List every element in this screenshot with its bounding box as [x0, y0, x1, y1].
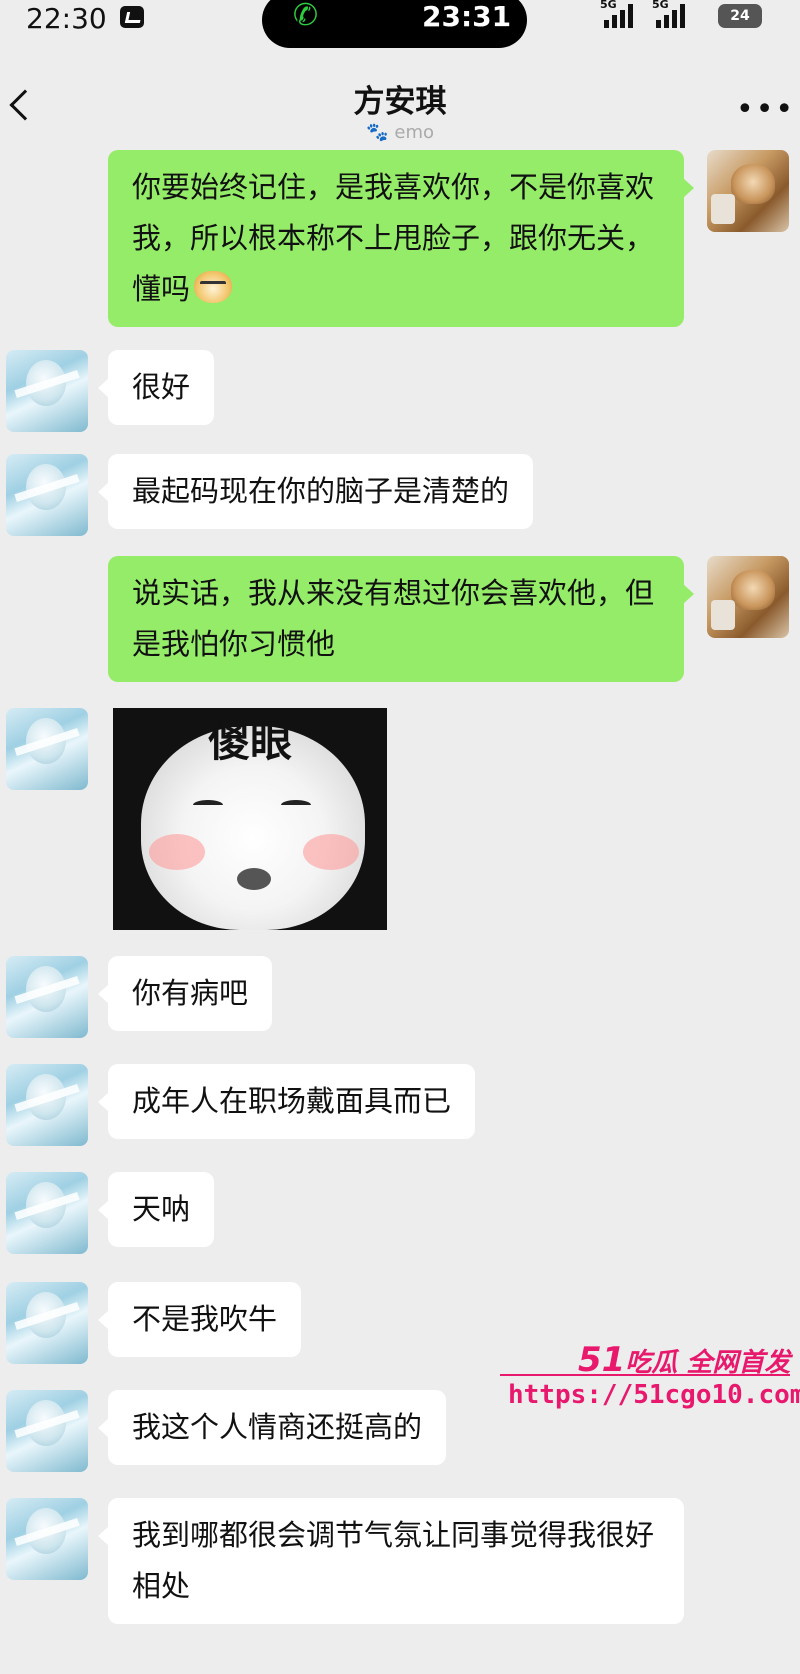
message-text: 我这个人情商还挺高的 [132, 1410, 423, 1444]
avatar-contact[interactable] [6, 1282, 88, 1364]
doge-emoji-icon [194, 271, 233, 303]
avatar-self[interactable] [707, 556, 789, 638]
message-bubble-sent[interactable]: 你要始终记住，是我喜欢你，不是你喜欢我，所以根本称不上甩脸子，跟你无关，懂吗 [108, 150, 694, 327]
network-type-label: 5G [600, 0, 617, 11]
message-text: 天呐 [132, 1192, 191, 1226]
message-bubble-received[interactable]: 成年人在职场戴面具而已 [97, 1064, 476, 1139]
paw-icon: 🐾 [365, 122, 389, 143]
message-bubble-received[interactable]: 最起码现在你的脑子是清楚的 [97, 454, 534, 529]
watermark-divider [500, 1374, 790, 1376]
watermark-url: https://51cgo10.com [508, 1380, 800, 1410]
message-bubble-received[interactable]: 我这个人情商还挺高的 [97, 1390, 447, 1465]
phone-icon[interactable]: ✆ [293, 0, 318, 33]
contact-status: 🐾 emo [0, 122, 800, 143]
message-text: 我到哪都很会调节气氛让同事觉得我很好相处 [132, 1518, 655, 1603]
message-bubble-received[interactable]: 我到哪都很会调节气氛让同事觉得我很好相处 [98, 1498, 684, 1624]
message-bubble-sent[interactable]: 说实话，我从来没有想过你会喜欢他，但是我怕你习惯他 [108, 556, 694, 682]
message-bubble-received[interactable]: 不是我吹牛 [97, 1282, 302, 1357]
avatar-contact[interactable] [6, 1498, 88, 1580]
sticker-caption: 傻眼 [207, 717, 292, 766]
avatar-contact[interactable] [6, 454, 88, 536]
status-text: emo [394, 122, 435, 143]
status-bar: 22:30 ✆ 23:31 5G 5G 24 [0, 0, 800, 52]
avatar-contact[interactable] [6, 1390, 88, 1472]
network-type-label-2: 5G [652, 0, 669, 11]
signal-strength-icon-2: 5G [652, 0, 706, 28]
site-watermark: 51吃瓜 全网首发 https://51cgo10.com [500, 1340, 800, 1420]
avatar-contact[interactable] [6, 350, 88, 432]
message-bubble-received[interactable]: 天呐 [97, 1172, 215, 1247]
sticker-image[interactable]: 傻眼 [113, 708, 387, 930]
message-text: 成年人在职场戴面具而已 [132, 1084, 452, 1118]
message-text: 最起码现在你的脑子是清楚的 [132, 474, 510, 508]
message-text: 不是我吹牛 [132, 1302, 278, 1336]
avatar-contact[interactable] [6, 708, 88, 790]
avatar-contact[interactable] [6, 1172, 88, 1254]
contact-name: 方安琪 [353, 84, 447, 120]
message-bubble-received[interactable]: 很好 [97, 350, 215, 425]
message-text: 你有病吧 [132, 976, 249, 1010]
clock: 22:30 [26, 2, 107, 35]
chat-message-list[interactable]: 你要始终记住，是我喜欢你，不是你喜欢我，所以根本称不上甩脸子，跟你无关，懂吗 很… [0, 150, 800, 1674]
chat-header: 方安琪 🐾 emo ••• [0, 56, 800, 152]
signal-strength-icon: 5G [600, 0, 654, 28]
call-duration: 23:31 [422, 0, 512, 33]
avatar-self[interactable] [707, 150, 789, 232]
message-bubble-received[interactable]: 你有病吧 [97, 956, 273, 1031]
message-notification-icon [120, 6, 144, 28]
message-text: 很好 [132, 370, 191, 404]
message-text: 说实话，我从来没有想过你会喜欢他，但是我怕你习惯他 [132, 576, 655, 661]
avatar-contact[interactable] [6, 956, 88, 1038]
more-options-icon[interactable]: ••• [736, 92, 795, 127]
avatar-contact[interactable] [6, 1064, 88, 1146]
battery-icon: 24 [718, 4, 762, 28]
